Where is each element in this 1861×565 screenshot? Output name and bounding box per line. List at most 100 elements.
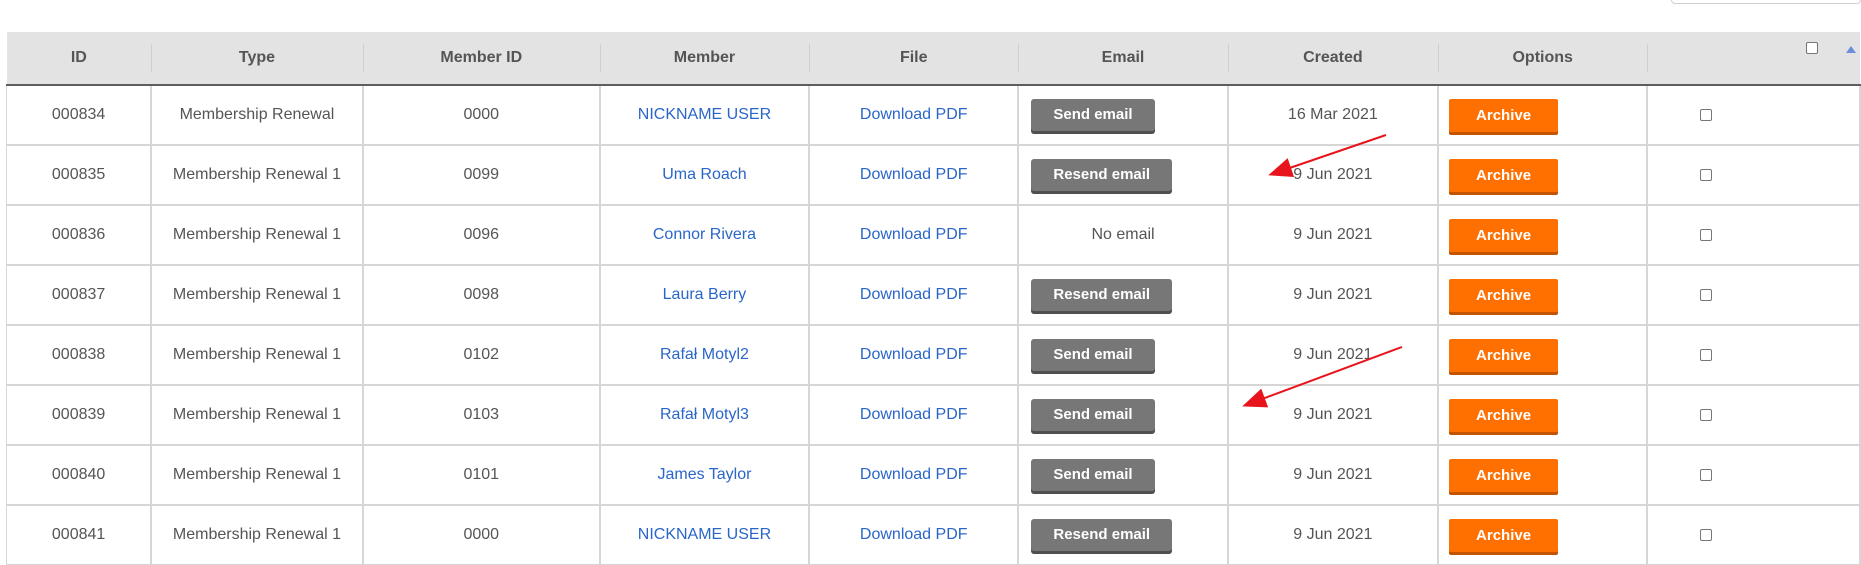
cell-id: 000839 bbox=[6, 384, 153, 446]
cell-options: Archive bbox=[1437, 144, 1649, 206]
cell-id: 000834 bbox=[6, 84, 153, 146]
column-header-type[interactable]: Type bbox=[151, 32, 363, 86]
row-checkbox[interactable] bbox=[1700, 528, 1713, 541]
cell-select bbox=[1646, 324, 1861, 386]
download-pdf-link[interactable]: Download PDF bbox=[860, 226, 968, 243]
search-input[interactable] bbox=[1671, 0, 1861, 4]
member-link[interactable]: Uma Roach bbox=[662, 166, 746, 183]
cell-id: 000841 bbox=[6, 504, 153, 565]
cell-created: 9 Jun 2021 bbox=[1226, 504, 1440, 565]
member-link[interactable]: Laura Berry bbox=[663, 286, 747, 303]
send-email-button[interactable]: Send email bbox=[1031, 459, 1155, 491]
column-header-member-id[interactable]: Member ID bbox=[362, 32, 600, 86]
table-row: 000836 Membership Renewal 1 0096 Connor Riv… bbox=[6, 204, 1861, 266]
cell-member-id: 0000 bbox=[361, 84, 601, 146]
cell-options: Archive bbox=[1437, 264, 1649, 326]
cell-member: NICKNAME USER bbox=[598, 84, 811, 146]
archive-button[interactable]: Archive bbox=[1449, 278, 1559, 312]
download-pdf-link[interactable]: Download PDF bbox=[860, 466, 968, 483]
resend-email-button[interactable]: Resend email bbox=[1031, 279, 1173, 311]
member-link[interactable]: Connor Rivera bbox=[653, 226, 756, 243]
cell-member: Connor Rivera bbox=[598, 204, 811, 266]
email-cell: Send email bbox=[1017, 324, 1229, 386]
send-email-button[interactable]: Send email bbox=[1031, 99, 1155, 131]
column-header-created[interactable]: Created bbox=[1227, 32, 1439, 86]
column-header-options[interactable]: Options bbox=[1438, 32, 1648, 86]
cell-file: Download PDF bbox=[808, 144, 1020, 206]
cell-member: Uma Roach bbox=[598, 144, 811, 206]
cell-id: 000835 bbox=[6, 144, 153, 206]
member-link[interactable]: Rafał Motyl3 bbox=[660, 406, 749, 423]
archive-button[interactable]: Archive bbox=[1449, 218, 1559, 252]
cell-select bbox=[1646, 504, 1861, 565]
row-checkbox[interactable] bbox=[1700, 228, 1713, 241]
cell-options: Archive bbox=[1437, 444, 1649, 506]
table-row: 000838 Membership Renewal 1 0102 Rafał Moty… bbox=[6, 324, 1861, 386]
row-checkbox[interactable] bbox=[1700, 468, 1713, 481]
cell-select bbox=[1646, 264, 1861, 326]
archive-button[interactable]: Archive bbox=[1449, 158, 1559, 192]
cell-member-id: 0098 bbox=[361, 264, 601, 326]
send-email-button[interactable]: Send email bbox=[1031, 339, 1155, 371]
column-header-member[interactable]: Member bbox=[599, 32, 810, 86]
archive-button[interactable]: Archive bbox=[1449, 518, 1559, 552]
cell-file: Download PDF bbox=[808, 504, 1020, 565]
archive-button[interactable]: Archive bbox=[1449, 338, 1559, 372]
column-header-file[interactable]: File bbox=[809, 32, 1019, 86]
send-email-button[interactable]: Send email bbox=[1031, 399, 1155, 431]
row-checkbox[interactable] bbox=[1700, 408, 1713, 421]
table-row: 000837 Membership Renewal 1 0098 Laura Berr… bbox=[6, 264, 1861, 326]
cell-type: Membership Renewal 1 bbox=[150, 264, 364, 326]
row-checkbox[interactable] bbox=[1700, 348, 1713, 361]
email-cell: Send email bbox=[1017, 384, 1229, 446]
download-pdf-link[interactable]: Download PDF bbox=[860, 526, 968, 543]
row-checkbox[interactable] bbox=[1700, 168, 1713, 181]
cell-id: 000840 bbox=[6, 444, 153, 506]
email-cell: Resend email bbox=[1017, 504, 1229, 565]
table-header-row: ID Type Member ID Member File Email Crea… bbox=[6, 32, 1860, 86]
cell-options: Archive bbox=[1437, 384, 1649, 446]
member-link[interactable]: NICKNAME USER bbox=[638, 526, 771, 543]
member-link[interactable]: James Taylor bbox=[657, 466, 751, 483]
cell-created: 9 Jun 2021 bbox=[1226, 324, 1440, 386]
column-header-select bbox=[1647, 32, 1860, 86]
cell-select bbox=[1646, 204, 1861, 266]
cell-type: Membership Renewal 1 bbox=[150, 444, 364, 506]
email-cell: Send email bbox=[1017, 84, 1229, 146]
row-checkbox[interactable] bbox=[1700, 108, 1713, 121]
archive-button[interactable]: Archive bbox=[1449, 458, 1559, 492]
download-pdf-link[interactable]: Download PDF bbox=[860, 286, 968, 303]
cell-file: Download PDF bbox=[808, 444, 1020, 506]
table-row: 000841 Membership Renewal 1 0000 NICKNAME U… bbox=[6, 504, 1861, 565]
table-row: 000834 Membership Renewal 0000 NICKNAME USE… bbox=[6, 84, 1861, 146]
cell-member-id: 0096 bbox=[361, 204, 601, 266]
member-link[interactable]: NICKNAME USER bbox=[638, 106, 771, 123]
cell-created: 9 Jun 2021 bbox=[1226, 444, 1440, 506]
archive-button[interactable]: Archive bbox=[1449, 398, 1559, 432]
cell-options: Archive bbox=[1437, 504, 1649, 565]
cell-options: Archive bbox=[1437, 324, 1649, 386]
sort-asc-icon[interactable] bbox=[1846, 46, 1856, 53]
resend-email-button[interactable]: Resend email bbox=[1031, 159, 1173, 191]
download-pdf-link[interactable]: Download PDF bbox=[860, 406, 968, 423]
cell-created: 9 Jun 2021 bbox=[1226, 204, 1440, 266]
cell-file: Download PDF bbox=[808, 204, 1020, 266]
download-pdf-link[interactable]: Download PDF bbox=[860, 106, 968, 123]
cell-select bbox=[1646, 144, 1861, 206]
email-cell: Resend email bbox=[1017, 264, 1229, 326]
select-all-checkbox[interactable] bbox=[1806, 42, 1818, 54]
download-pdf-link[interactable]: Download PDF bbox=[860, 166, 968, 183]
cell-created: 16 Mar 2021 bbox=[1226, 84, 1440, 146]
member-link[interactable]: Rafał Motyl2 bbox=[660, 346, 749, 363]
cell-member: James Taylor bbox=[598, 444, 811, 506]
cell-options: Archive bbox=[1437, 84, 1649, 146]
no-email-text: No email bbox=[1091, 226, 1155, 243]
cell-member: Rafał Motyl2 bbox=[598, 324, 811, 386]
column-header-email[interactable]: Email bbox=[1018, 32, 1228, 86]
resend-email-button[interactable]: Resend email bbox=[1031, 519, 1173, 551]
cell-created: 9 Jun 2021 bbox=[1226, 264, 1440, 326]
column-header-id[interactable]: ID bbox=[6, 32, 152, 86]
row-checkbox[interactable] bbox=[1700, 288, 1713, 301]
archive-button[interactable]: Archive bbox=[1449, 98, 1559, 132]
download-pdf-link[interactable]: Download PDF bbox=[860, 346, 968, 363]
